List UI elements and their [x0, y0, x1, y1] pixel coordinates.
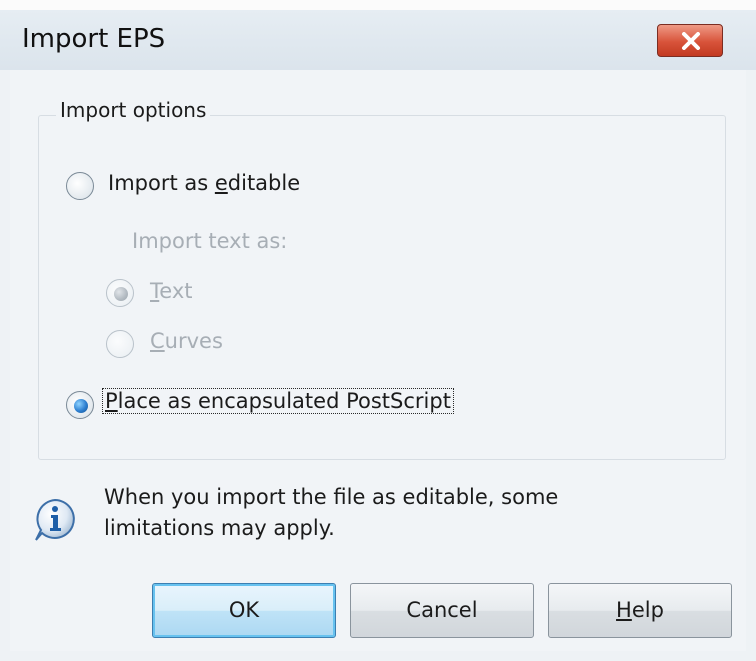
- import-text-as-label: Import text as:: [132, 229, 288, 253]
- info-line-1: When you import the file as editable, so…: [104, 485, 559, 509]
- close-icon: [682, 32, 700, 50]
- text-radio[interactable]: [106, 279, 134, 307]
- curves-option-label[interactable]: Curves: [150, 329, 223, 353]
- import-options-label: Import options: [56, 98, 211, 122]
- place-as-eps-radio[interactable]: [66, 391, 94, 419]
- info-message: When you import the file as editable, so…: [104, 482, 558, 544]
- title-bar[interactable]: Import EPS: [0, 10, 756, 70]
- info-line-2: limitations may apply.: [104, 516, 335, 540]
- place-as-eps-label[interactable]: Place as encapsulated PostScript: [102, 388, 454, 414]
- import-as-editable-radio[interactable]: [66, 172, 94, 200]
- import-as-editable-label[interactable]: Import as editable: [108, 171, 300, 195]
- close-button[interactable]: [657, 24, 723, 57]
- info-icon: [35, 498, 75, 541]
- cancel-button[interactable]: Cancel: [350, 583, 534, 638]
- help-button[interactable]: Help: [548, 583, 732, 638]
- ok-button[interactable]: OK: [152, 583, 336, 638]
- text-option-label[interactable]: Text: [150, 279, 192, 303]
- dialog-title: Import EPS: [22, 24, 166, 54]
- curves-radio[interactable]: [106, 330, 134, 358]
